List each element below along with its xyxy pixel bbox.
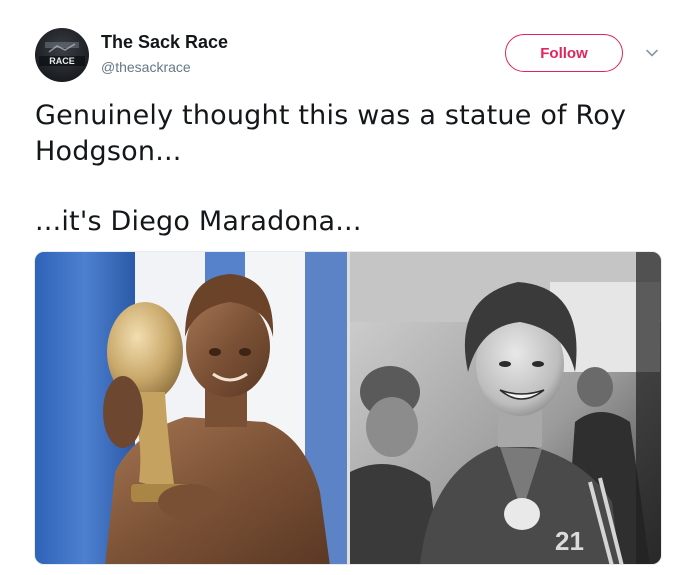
chevron-down-icon[interactable] xyxy=(643,44,661,62)
follow-button[interactable]: Follow xyxy=(505,34,623,72)
avatar[interactable]: RACE xyxy=(35,28,89,82)
avatar-text: RACE xyxy=(49,56,75,66)
statue-photo[interactable] xyxy=(35,252,347,564)
tweet-text: Genuinely thought this was a statue of R… xyxy=(35,98,665,240)
player-photo[interactable]: 21 xyxy=(350,252,661,564)
jersey-number: 21 xyxy=(555,526,584,556)
tweet-text-line-1: Genuinely thought this was a statue of R… xyxy=(35,100,627,167)
tweet-text-line-2: ...it's Diego Maradona... xyxy=(35,206,362,237)
user-handle[interactable]: @thesackrace xyxy=(101,59,191,75)
display-name[interactable]: The Sack Race xyxy=(101,32,228,53)
tweet-media[interactable]: 21 xyxy=(34,251,662,565)
tweet-card: RACE The Sack Race @thesackrace Follow G… xyxy=(0,0,700,575)
